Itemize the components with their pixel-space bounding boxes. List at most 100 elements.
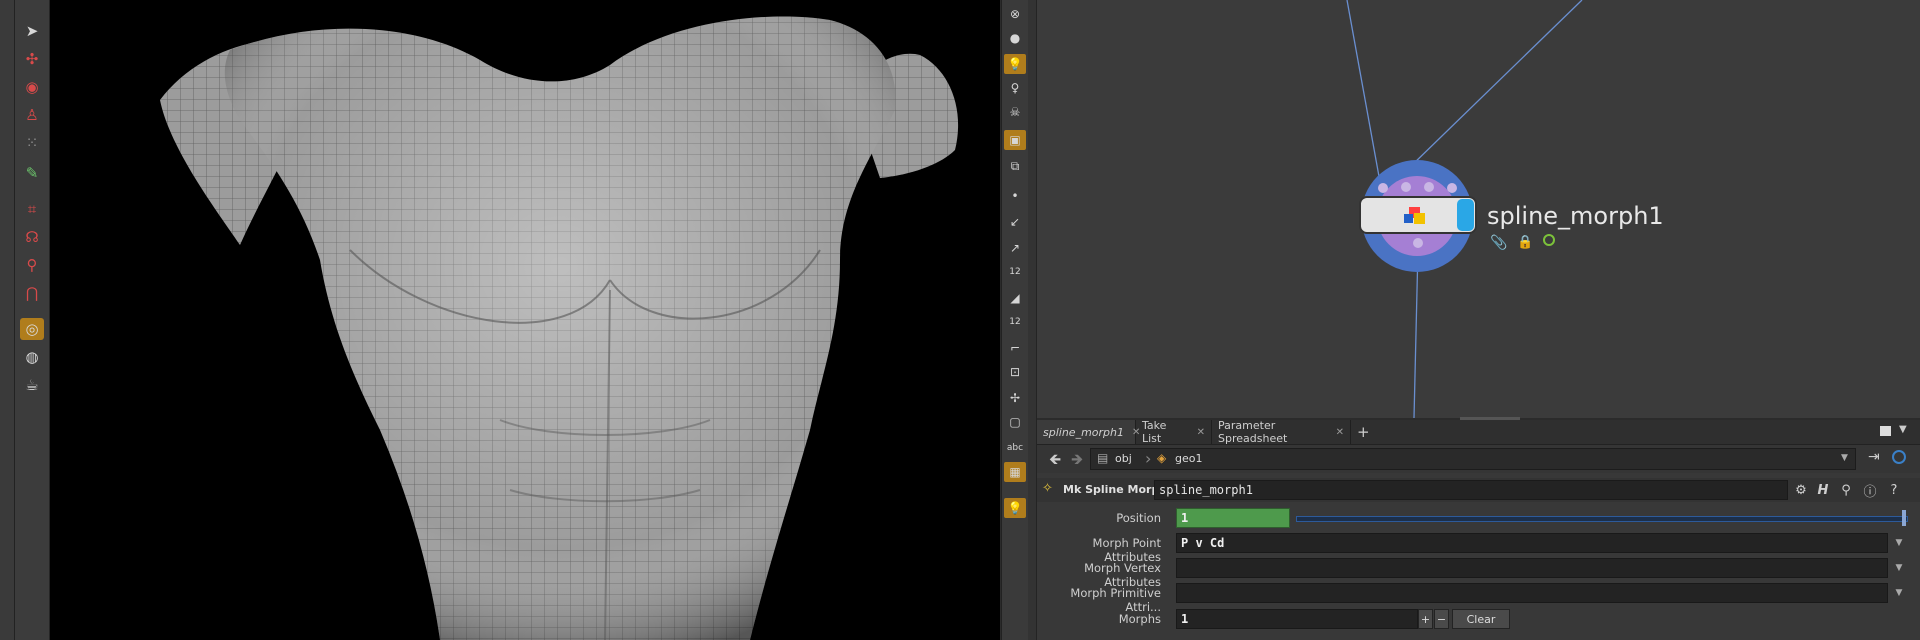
point-attrs-dropdown-icon[interactable]: ▼ <box>1890 533 1908 553</box>
pane-tab-bar: spline_morph1 ✕ Take List ✕ Parameter Spre… <box>1037 419 1920 445</box>
network-wires <box>1346 0 1583 418</box>
viewport-tool-toolbar: ➤ ✣ ◉ ♙ ⁙ ✎ ⌗ ☊ ⚲ ⋂ ◎ ◍ ☕ <box>15 0 50 640</box>
path-separator-icon: › <box>1145 449 1152 468</box>
gear-icon[interactable]: ⚙ <box>1791 480 1811 500</box>
position-slider-track[interactable] <box>1296 516 1908 522</box>
morphs-label: Morphs <box>1118 612 1161 626</box>
link-pane-icon[interactable] <box>1892 450 1906 464</box>
transform-red-icon[interactable]: ✣ <box>20 48 44 70</box>
morph-vertex-attributes-label: Morph Vertex Attributes <box>1084 561 1161 589</box>
bounding-box-icon[interactable]: ⊡ <box>1004 362 1026 382</box>
skull-light-icon[interactable]: ☠ <box>1004 102 1026 122</box>
render-light-icon[interactable]: 💡 <box>1004 498 1026 518</box>
obj-network-icon: ▤ <box>1097 451 1109 465</box>
pane-divider[interactable] <box>1028 0 1037 640</box>
tab-take-list[interactable]: Take List ✕ <box>1136 419 1212 445</box>
morphs-count-field[interactable]: 1 <box>1176 609 1418 629</box>
display-options-toolbar: ⊗ ● 💡 ♀ ☠ ▣ ⧉ • ↙ ↗ 12 ◢ 12 ⌐ ⊡ ✢ ▢ abc … <box>1001 0 1029 640</box>
maximize-pane-icon[interactable] <box>1880 426 1891 436</box>
node-type-label: Mk Spline Morph <box>1063 483 1168 496</box>
point-display-icon[interactable]: • <box>1004 186 1026 206</box>
vertex-attrs-dropdown-icon[interactable]: ▼ <box>1890 558 1908 578</box>
teapot-icon[interactable]: ☕ <box>20 374 44 396</box>
tab-label: Take List <box>1142 419 1167 445</box>
3d-viewport[interactable] <box>50 0 1000 640</box>
point-number-label: 12 <box>1009 267 1021 277</box>
geo-node-icon: ◈ <box>1157 451 1167 465</box>
search-icon[interactable]: ⚲ <box>1836 480 1856 500</box>
render-region-icon[interactable]: ◍ <box>20 346 44 368</box>
pane-menu-arrow-icon[interactable]: ▼ <box>1899 424 1907 435</box>
display-mode-icon[interactable]: ▣ <box>1004 130 1026 150</box>
prim-display-icon[interactable]: ◢ <box>1004 288 1026 308</box>
node-name-label[interactable]: spline_morph1 <box>1487 202 1664 230</box>
ghost-display-icon[interactable]: ⧉ <box>1004 156 1026 176</box>
vector-display-icon[interactable]: ↗ <box>1004 238 1026 258</box>
tab-label: spline_morph1 <box>1043 425 1124 439</box>
torso-mesh-render <box>160 16 959 640</box>
info-icon[interactable]: ⓘ <box>1860 480 1880 500</box>
paperclip-icon[interactable]: 📎 <box>1490 235 1507 251</box>
display-flag[interactable] <box>1457 199 1474 231</box>
path-field[interactable]: ▤ obj › ◈ geo1 ▼ <box>1090 448 1856 470</box>
pin-icon[interactable]: ⇥ <box>1868 449 1880 465</box>
tab-parameter-spreadsheet[interactable]: Parameter Spreadsheet ✕ <box>1212 419 1351 445</box>
input-wire-2 <box>1408 0 1583 169</box>
snap-icon[interactable]: ✢ <box>1004 388 1026 408</box>
forward-arrow-icon[interactable]: 🡺 <box>1071 449 1083 474</box>
position-label: Position <box>1116 511 1161 525</box>
point-number-icon[interactable]: 12 <box>1004 262 1026 282</box>
magnet-drag-icon[interactable]: ⚲ <box>20 254 44 276</box>
camera-view-icon[interactable]: ◎ <box>20 318 44 340</box>
path-root-obj[interactable]: obj <box>1115 452 1132 465</box>
scatter-dots-icon[interactable]: ⁙ <box>20 132 44 154</box>
close-icon[interactable]: ✕ <box>1197 427 1205 438</box>
text-display-label: abc <box>1006 443 1024 453</box>
lock-icon[interactable]: 🔒 <box>1517 235 1533 250</box>
tab-spline-morph1[interactable]: spline_morph1 ✕ <box>1037 420 1140 444</box>
input-wire-1 <box>1346 0 1381 183</box>
help-icon[interactable]: ? <box>1884 480 1904 500</box>
output-wire <box>1413 247 1419 418</box>
back-arrow-icon[interactable]: 🡸 <box>1049 449 1061 474</box>
primitive-attrs-dropdown-icon[interactable]: ▼ <box>1890 583 1908 603</box>
position-slider-handle[interactable] <box>1902 510 1906 526</box>
node-type-icon: ✧ <box>1042 481 1053 496</box>
network-editor[interactable] <box>1037 0 1920 418</box>
light-bulb-outline-icon[interactable]: ♀ <box>1004 78 1026 98</box>
position-field[interactable]: 1 <box>1176 508 1290 528</box>
morphs-add-button[interactable]: + <box>1418 609 1433 629</box>
lasso-tool-icon[interactable]: ☊ <box>20 226 44 248</box>
crop-tool-icon[interactable]: ⌗ <box>20 198 44 220</box>
text-display-icon[interactable]: abc <box>1004 438 1026 458</box>
morph-point-attributes-field[interactable]: P v Cd <box>1176 533 1888 553</box>
normal-display-icon[interactable]: ↙ <box>1004 212 1026 232</box>
template-box-icon[interactable]: ▢ <box>1004 412 1026 432</box>
add-tab-plus-icon[interactable]: + <box>1351 420 1375 444</box>
morph-vertex-attributes-field[interactable] <box>1176 558 1888 578</box>
path-dropdown-arrow-icon[interactable]: ▼ <box>1841 453 1848 463</box>
path-child-geo1[interactable]: geo1 <box>1175 452 1202 465</box>
morph-point-attributes-label: Morph Point Attributes <box>1092 536 1161 564</box>
bypass-ok-icon[interactable] <box>1543 234 1555 246</box>
morph-primitive-attributes-field[interactable] <box>1176 583 1888 603</box>
node-name-field[interactable]: spline_morph1 <box>1154 480 1788 500</box>
morphs-clear-button[interactable]: Clear <box>1452 609 1510 629</box>
close-icon[interactable]: ✕ <box>1336 427 1344 438</box>
light-bulb-icon[interactable]: 💡 <box>1004 54 1026 74</box>
pose-tool-icon[interactable]: ♙ <box>20 104 44 126</box>
close-circle-icon[interactable]: ⊗ <box>1004 4 1026 24</box>
paint-tool-icon[interactable]: ✎ <box>20 162 44 184</box>
lighting-sphere-icon[interactable]: ● <box>1004 28 1026 48</box>
magnet-icon[interactable]: ⋂ <box>20 282 44 304</box>
prim-number-icon[interactable]: 12 <box>1004 312 1026 332</box>
tab-label: Parameter Spreadsheet <box>1218 419 1288 445</box>
help-h-icon[interactable]: H <box>1813 480 1833 500</box>
background-image-icon[interactable]: ▦ <box>1004 462 1026 482</box>
morphs-remove-button[interactable]: − <box>1434 609 1449 629</box>
edge-display-icon[interactable]: ⌐ <box>1004 338 1026 358</box>
handle-tool-icon[interactable]: ◉ <box>20 76 44 98</box>
prim-number-label: 12 <box>1009 317 1021 327</box>
morph-primitive-attributes-label: Morph Primitive Attri... <box>1070 586 1161 614</box>
select-arrow-icon[interactable]: ➤ <box>20 20 44 42</box>
